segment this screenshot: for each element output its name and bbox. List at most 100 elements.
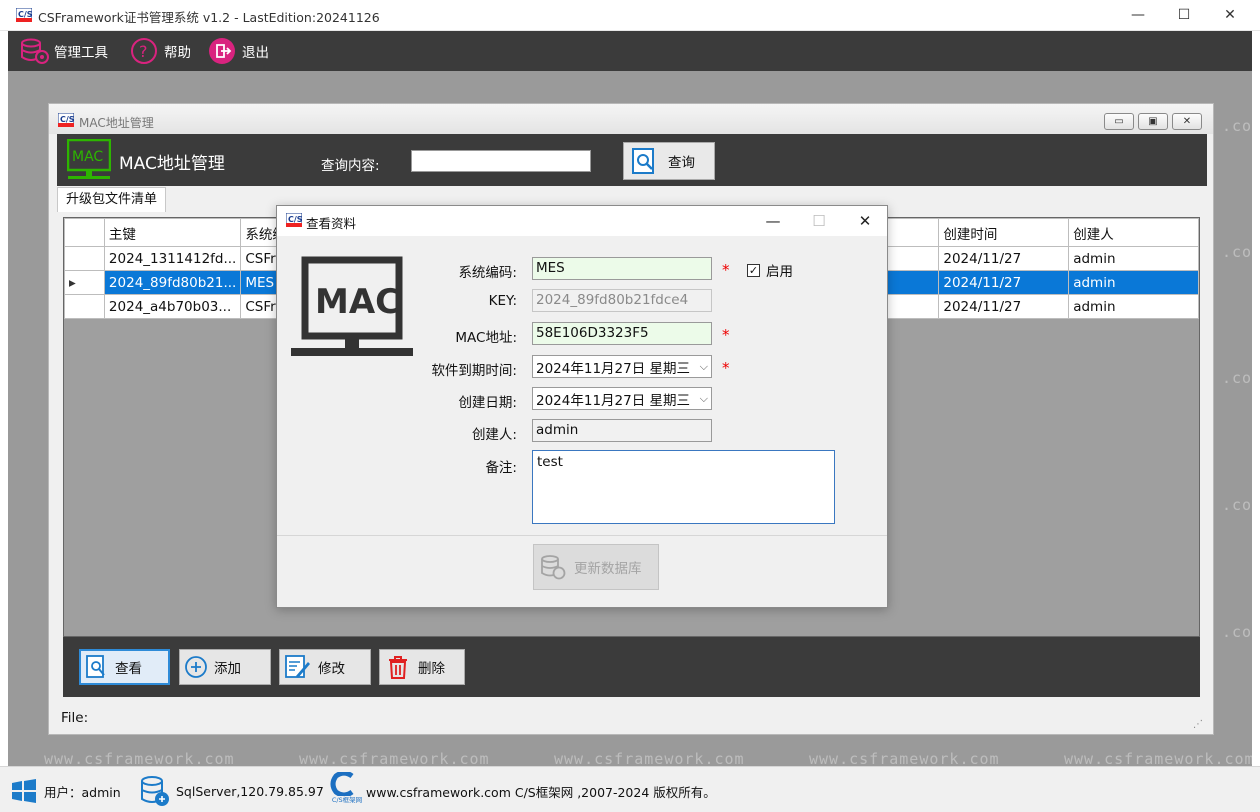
add-button-label: 添加 [214, 661, 241, 677]
mac-label: MAC地址: [455, 330, 517, 346]
windows-user-icon [12, 779, 36, 803]
key-label: KEY: [488, 293, 517, 309]
menu-tools[interactable]: 管理工具 [20, 37, 108, 65]
update-database-label: 更新数据库 [574, 561, 642, 577]
delete-button[interactable]: 删除 [379, 649, 465, 685]
column-header-created[interactable]: 创建时间 [938, 218, 1070, 247]
main-menubar: 管理工具 ? 帮助 退出 [8, 31, 1252, 71]
menu-tools-label: 管理工具 [54, 45, 108, 61]
status-server-text: SqlServer,120.79.85.97 [176, 783, 324, 799]
cell-creator[interactable]: admin [1068, 246, 1199, 271]
created-label: 创建日期: [458, 395, 517, 411]
column-header-key[interactable]: 主键 [103, 218, 242, 247]
edit-button-label: 修改 [318, 661, 345, 677]
tab-upgrade-files[interactable]: 升级包文件清单 [57, 187, 167, 212]
database-update-icon [541, 555, 566, 580]
sys-code-label: 系统编码: [458, 265, 517, 281]
add-button[interactable]: 添加 [179, 649, 271, 685]
required-mark: * [722, 359, 730, 377]
watermark: .com [1222, 623, 1252, 641]
cs-app-icon: C/S [16, 8, 32, 22]
created-date-value: 2024年11月27日 星期三 [536, 392, 691, 409]
cell-key[interactable]: 2024_1311412fd... [103, 246, 242, 271]
menu-help[interactable]: ? 帮助 [130, 37, 191, 65]
menu-exit[interactable]: 退出 [208, 37, 269, 65]
expire-date-value: 2024年11月27日 星期三 [536, 360, 691, 377]
cell-creator[interactable]: admin [1068, 294, 1199, 319]
query-button-label: 查询 [668, 155, 695, 171]
creator-label: 创建人: [471, 427, 517, 443]
remark-label: 备注: [485, 460, 517, 476]
window-titlebar: C/S CSFramework证书管理系统 v1.2 - LastEdition… [0, 0, 1260, 31]
column-header-creator[interactable]: 创建人 [1068, 218, 1199, 247]
created-date-picker[interactable]: 2024年11月27日 星期三 ⌵ [532, 387, 712, 410]
chevron-down-icon[interactable]: ⌵ [700, 392, 708, 406]
row-indicator[interactable] [64, 246, 105, 271]
watermark: www.csframework.com [44, 750, 235, 766]
dialog-minimize-button[interactable]: — [759, 210, 787, 232]
view-button-label: 查看 [115, 661, 142, 677]
sys-code-field[interactable]: MES [532, 257, 712, 280]
mdi-title: MAC地址管理 [79, 116, 154, 130]
required-mark: * [722, 261, 730, 279]
row-indicator[interactable] [64, 294, 105, 319]
view-record-dialog: C/S 查看资料 — ☐ ✕ MAC 系统编码: MES * ✓ 启用 KEY:… [276, 205, 888, 608]
checkbox-checked-icon[interactable]: ✓ [747, 263, 760, 277]
cell-creator[interactable]: admin [1068, 270, 1199, 295]
mdi-minimize-button[interactable]: ▭ [1104, 113, 1134, 130]
watermark: www.csframework.com [554, 750, 745, 766]
search-doc-icon [632, 148, 654, 174]
menu-help-label: 帮助 [164, 45, 191, 61]
watermark: www.csframework.com [809, 750, 1000, 766]
help-circle-icon: ? [131, 38, 157, 64]
query-label: 查询内容: [321, 158, 380, 174]
svg-text:MAC: MAC [72, 149, 103, 165]
enabled-checkbox[interactable]: ✓ 启用 [747, 260, 793, 280]
dialog-maximize-button: ☐ [812, 212, 826, 230]
dialog-close-button[interactable]: ✕ [851, 210, 879, 232]
dialog-title: 查看资料 [306, 216, 357, 231]
add-circle-icon [185, 656, 207, 678]
page-title: MAC地址管理 [119, 154, 225, 174]
expire-label: 软件到期时间: [431, 363, 517, 379]
query-input[interactable] [411, 150, 591, 172]
query-button[interactable]: 查询 [623, 142, 715, 180]
row-indicator[interactable]: ▸ [64, 270, 105, 295]
csframework-logo: C/S框架网 [330, 772, 364, 806]
cell-created[interactable]: 2024/11/27 [938, 246, 1070, 271]
edit-button[interactable]: 修改 [279, 649, 371, 685]
close-button[interactable]: ✕ [1207, 0, 1253, 31]
creator-field: admin [532, 419, 712, 442]
resize-grip-icon[interactable]: ⋰ [1193, 719, 1203, 730]
status-server: SqlServer,120.79.85.97 [140, 776, 324, 806]
maximize-button[interactable]: ☐ [1161, 0, 1207, 31]
action-toolbar: 查看 添加 修改 删除 [63, 637, 1200, 697]
view-button[interactable]: 查看 [79, 649, 170, 685]
status-user: 用户：admin [10, 776, 121, 806]
menu-exit-label: 退出 [242, 45, 269, 61]
watermark: .com [1222, 369, 1252, 387]
watermark: .com [1222, 243, 1252, 261]
dialog-divider [277, 535, 887, 536]
watermark: .com [1222, 117, 1252, 135]
required-mark: * [722, 326, 730, 344]
update-database-button: 更新数据库 [533, 544, 659, 590]
chevron-down-icon[interactable]: ⌵ [700, 360, 708, 374]
watermark: .com [1222, 496, 1252, 514]
cs-app-icon: C/S [58, 113, 74, 127]
minimize-button[interactable]: — [1115, 0, 1161, 31]
logo-caption: C/S框架网 [331, 796, 363, 804]
mac-address-field[interactable]: 58E106D3323F5 [532, 322, 712, 345]
cell-created[interactable]: 2024/11/27 [938, 294, 1070, 319]
trash-icon [389, 656, 407, 679]
row-indicator-header [64, 218, 105, 247]
mdi-close-button[interactable]: ✕ [1172, 113, 1202, 130]
remark-textarea[interactable]: test [532, 450, 835, 524]
mdi-restore-button[interactable]: ▣ [1138, 113, 1168, 130]
file-status: File: [61, 710, 89, 726]
cell-key[interactable]: 2024_a4b70b03... [103, 294, 242, 319]
expire-date-picker[interactable]: 2024年11月27日 星期三 ⌵ [532, 355, 712, 378]
cell-created[interactable]: 2024/11/27 [938, 270, 1070, 295]
cell-key[interactable]: 2024_89fd80b21... [103, 270, 242, 295]
mac-monitor-icon: MAC [67, 139, 111, 179]
